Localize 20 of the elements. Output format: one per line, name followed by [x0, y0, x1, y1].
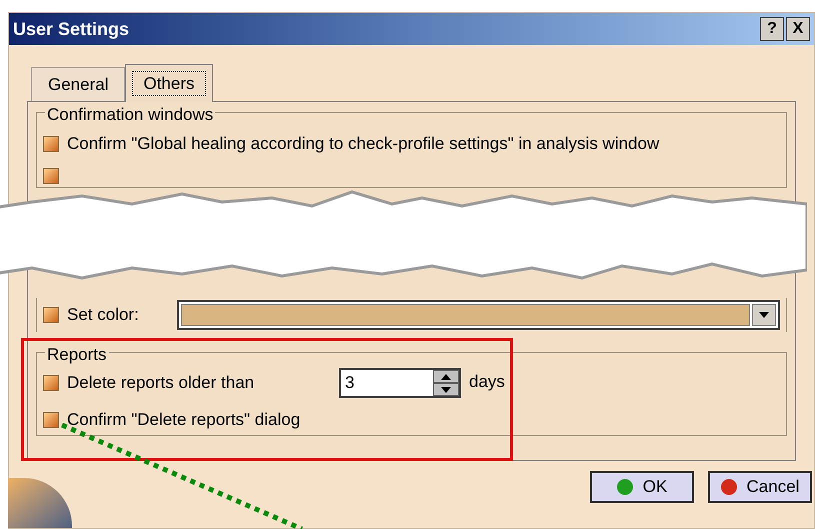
checkbox[interactable] [43, 307, 59, 323]
option-label: Delete reports older than [67, 372, 256, 394]
option-label: Confirm "Delete reports" dialog [67, 409, 300, 432]
help-button[interactable]: ? [760, 17, 784, 41]
spinner-arrows-icon[interactable] [433, 370, 459, 396]
window-title: User Settings [13, 18, 130, 41]
checkbox[interactable] [43, 412, 59, 428]
number-spinner[interactable]: 3 [339, 368, 461, 398]
dialog-button[interactable]: OK [590, 471, 694, 503]
close-button[interactable]: X [786, 17, 810, 41]
tab[interactable]: General [31, 67, 126, 101]
dialog-button[interactable]: Cancel [708, 471, 812, 503]
tab[interactable]: Others [125, 64, 213, 102]
checkbox[interactable] [43, 375, 59, 391]
option-label: Set color: [67, 304, 140, 326]
color-dropdown[interactable] [177, 300, 780, 330]
option-label: Confirm "Global healing according to check-profile settings" in analysis window [67, 133, 660, 156]
checkbox[interactable] [43, 136, 59, 152]
checkbox[interactable] [43, 168, 59, 184]
unit-label: days [469, 371, 505, 393]
